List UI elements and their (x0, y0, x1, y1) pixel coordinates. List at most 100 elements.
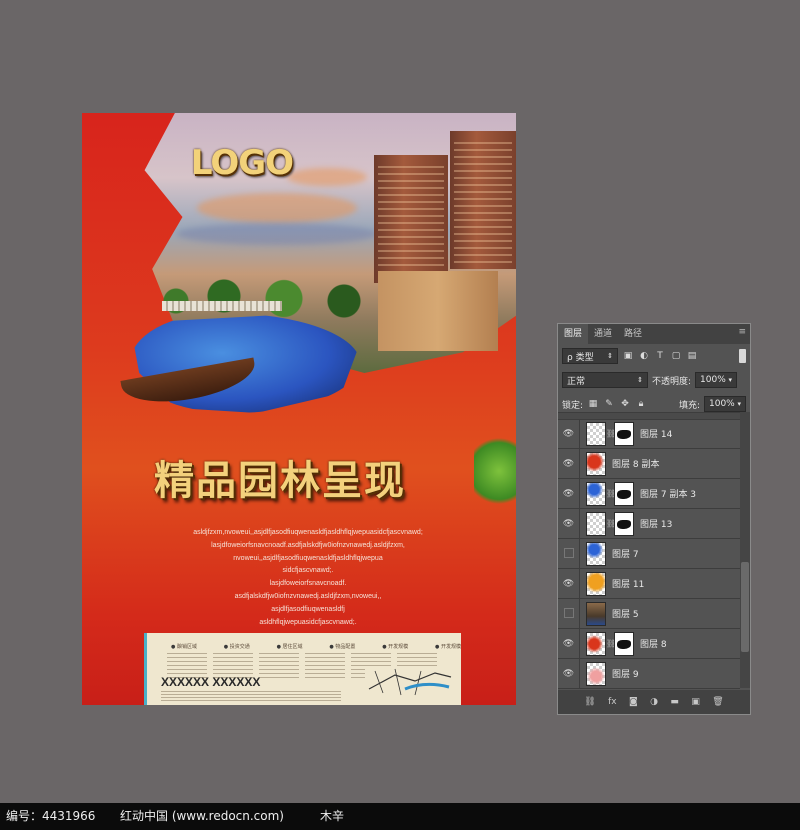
info-label: 开发规模 (382, 643, 408, 653)
trees (152, 271, 392, 321)
lock-label: 锁定: (562, 400, 584, 411)
layer-scrollbar[interactable] (740, 412, 750, 688)
layer-name[interactable]: 图层 7 (612, 547, 639, 560)
adjustment-icon[interactable]: ◑ (650, 697, 658, 707)
layer-name[interactable]: 图层 9 (612, 667, 639, 680)
eye-icon[interactable]: 👁︎ (558, 478, 580, 509)
shape-icon[interactable]: ▢ (670, 350, 682, 362)
logo-text: LOGO (190, 143, 294, 183)
layer-name[interactable]: 图层 7 副本 3 (640, 487, 696, 500)
panel-menu-icon[interactable]: ≡ (738, 327, 746, 337)
layer-name[interactable]: 图层 5 (612, 607, 639, 620)
layer-row[interactable]: 👁︎ ⛓︎ 图层 8 (558, 628, 740, 659)
layer-mask-thumbnail[interactable] (614, 511, 634, 536)
link-icon: ⛓︎ (606, 489, 617, 498)
poster-canvas: LOGO 精品园林呈现 asldjfzxm,nvoweui,,asjdlfjas… (82, 113, 516, 705)
opacity-value: 100% (700, 375, 726, 385)
layer-thumbnail (586, 451, 606, 476)
layer-row[interactable]: 👁︎ 图层 9 (558, 658, 740, 689)
layer-row[interactable]: 图层 7 (558, 538, 740, 569)
body-line: sidcfjascvnawd;. (282, 567, 334, 575)
layer-name[interactable]: 图层 8 副本 (612, 457, 659, 470)
fill-value: 100% (709, 399, 735, 409)
visibility-off-icon[interactable] (558, 538, 580, 569)
layer-thumbnail (586, 511, 606, 536)
eye-icon[interactable]: 👁︎ (558, 508, 580, 539)
tab-paths[interactable]: 路径 (618, 324, 648, 344)
layer-thumbnail (586, 421, 606, 446)
folder-icon[interactable]: ▬ (670, 697, 679, 707)
chevron-down-icon: ▾ (728, 376, 733, 384)
tab-channels[interactable]: 通道 (588, 324, 618, 344)
layer-mask-thumbnail[interactable] (614, 481, 634, 506)
layer-row[interactable]: 👁︎ ⛓︎ 图层 14 (558, 418, 740, 449)
link-icon: ⛓︎ (606, 639, 617, 648)
layer-name[interactable]: 图层 14 (640, 427, 672, 440)
opacity-field[interactable]: 100% ▾ (695, 372, 738, 388)
layer-name[interactable]: 图层 11 (612, 577, 644, 590)
location-map-icon (365, 667, 453, 697)
fx-icon[interactable]: fx (608, 697, 617, 707)
green-ink-splash (474, 431, 516, 511)
info-label: 物品配置 (329, 643, 355, 653)
smart-object-icon[interactable]: ▤ (686, 350, 698, 362)
info-label: 酿销区域 (171, 643, 197, 653)
trash-icon[interactable]: 🗑︎ (712, 697, 723, 707)
blend-mode-dropdown[interactable]: 正常 ⇕ (562, 372, 648, 388)
info-label: 居住区域 (277, 643, 303, 653)
layer-mask-thumbnail[interactable] (614, 631, 634, 656)
adjust-icon[interactable]: ◐ (638, 350, 650, 362)
layer-thumbnail (586, 601, 606, 626)
layer-list: 👁︎ ⛓︎ 图层 14 👁︎ 图层 8 副本 👁︎ ⛓︎ 图层 7 副本 3 👁… (558, 412, 740, 689)
filter-row: ρ 类型 ⇕ ▣ ◐ T ▢ ▤ (558, 344, 750, 368)
layer-row[interactable]: 👁︎ ⛓︎ 图层 13 (558, 508, 740, 539)
tower-building (450, 131, 516, 269)
link-icon[interactable]: ⛓︎ (584, 697, 595, 707)
layers-panel: 图层 通道 路径 ≡ ρ 类型 ⇕ ▣ ◐ T ▢ ▤ 正常 ⇕ 不透明度: 1… (557, 323, 751, 715)
body-line: asjdlfjasodfiuqwenasldfj (271, 605, 345, 613)
fill-field[interactable]: 100% ▾ (704, 396, 746, 412)
scrollbar-thumb[interactable] (741, 562, 749, 652)
lock-paint-icon[interactable]: ✎ (603, 398, 615, 410)
layer-mask-thumbnail[interactable] (614, 421, 634, 446)
tab-layers[interactable]: 图层 (558, 324, 589, 344)
layer-row[interactable]: 👁︎ 图层 8 副本 (558, 448, 740, 479)
layer-row[interactable]: 👁︎ ⛓︎ 图层 7 副本 3 (558, 478, 740, 509)
lock-transparent-icon[interactable]: ▦ (587, 398, 599, 410)
poster-headline: 精品园林呈现 (154, 458, 406, 504)
info-label: 投资交通 (224, 643, 250, 653)
footer-id: 编号：4431966 (6, 809, 96, 823)
fine-print (161, 691, 341, 701)
filter-toggle[interactable] (739, 349, 746, 363)
lock-all-icon[interactable]: 🔒︎ (635, 398, 647, 410)
eye-icon[interactable]: 👁︎ (558, 658, 580, 689)
layer-name[interactable]: 图层 13 (640, 517, 672, 530)
image-icon[interactable]: ▣ (622, 350, 634, 362)
body-line: asdfjalskdfjw0iofnzvnawedj.asldjfzxm,nvo… (234, 592, 382, 600)
eye-icon[interactable]: 👁︎ (558, 568, 580, 599)
poster-body-text: asldjfzxm,nvoweui,,asjdlfjasodfiuqwenasl… (178, 527, 438, 629)
panel-tabs: 图层 通道 路径 ≡ (558, 324, 750, 344)
link-icon: ⛓︎ (606, 519, 617, 528)
fill-label: 填充: (678, 400, 700, 411)
layer-row[interactable]: 👁︎ 图层 11 (558, 568, 740, 599)
layer-name[interactable]: 图层 8 (640, 637, 667, 650)
eye-icon[interactable]: 👁︎ (558, 418, 580, 449)
info-label: 开发规模 (435, 643, 461, 653)
blend-mode-value: 正常 (567, 376, 586, 387)
filter-kind-dropdown[interactable]: ρ 类型 ⇕ (562, 348, 618, 364)
type-icon[interactable]: T (654, 350, 666, 362)
layer-row[interactable]: 图层 5 (558, 598, 740, 629)
new-layer-icon[interactable]: ▣ (691, 697, 700, 707)
eye-icon[interactable]: 👁︎ (558, 628, 580, 659)
chevron-down-icon: ⇕ (607, 352, 613, 360)
footer-author: 木辛 (320, 809, 345, 823)
body-line: asldhflqjwepuasidcfjascvnawd;. (259, 618, 357, 626)
watermark-footer: 编号：4431966 红动中国 (www.redocn.com) 木辛 (0, 803, 800, 830)
layer-thumbnail (586, 661, 606, 686)
eye-icon[interactable]: 👁︎ (558, 448, 580, 479)
visibility-off-icon[interactable] (558, 598, 580, 629)
layer-thumbnail (586, 571, 606, 596)
lock-move-icon[interactable]: ✥ (619, 398, 631, 410)
mask-icon[interactable]: ◙ (629, 697, 638, 707)
